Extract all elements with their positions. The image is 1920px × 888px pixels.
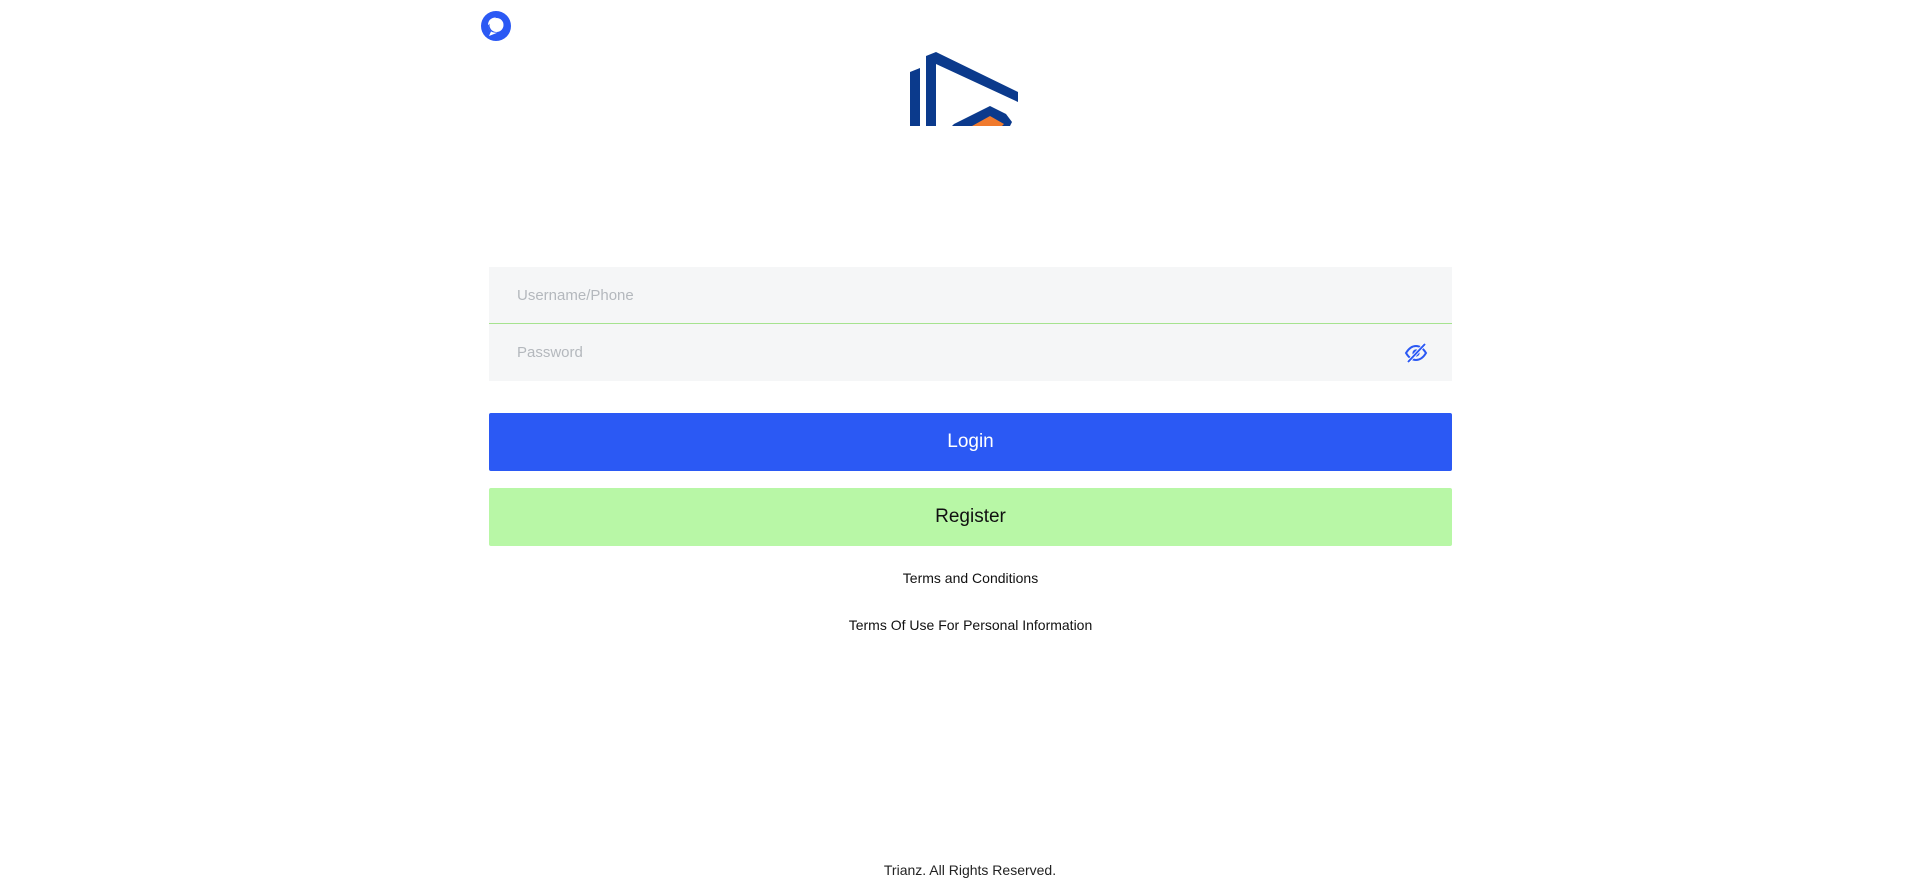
login-button[interactable]: Login <box>489 413 1452 471</box>
login-form: Login Register Terms and Conditions Term… <box>489 267 1452 634</box>
brand-logo-icon <box>902 52 1022 126</box>
password-input[interactable] <box>489 324 1452 381</box>
terms-link[interactable]: Terms and Conditions <box>489 570 1452 587</box>
footer-copyright: Trianz. All Rights Reserved. <box>883 862 1057 878</box>
legal-links: Terms and Conditions Terms Of Use For Pe… <box>489 570 1452 634</box>
privacy-terms-link[interactable]: Terms Of Use For Personal Information <box>489 617 1452 634</box>
login-page: Login Register Terms and Conditions Term… <box>0 0 1920 888</box>
eye-off-icon[interactable] <box>1404 341 1428 365</box>
username-input[interactable] <box>489 267 1452 323</box>
chat-bubble-icon[interactable] <box>480 10 512 42</box>
username-field-wrapper <box>489 267 1452 324</box>
register-button[interactable]: Register <box>489 488 1452 546</box>
password-field-wrapper <box>489 324 1452 381</box>
